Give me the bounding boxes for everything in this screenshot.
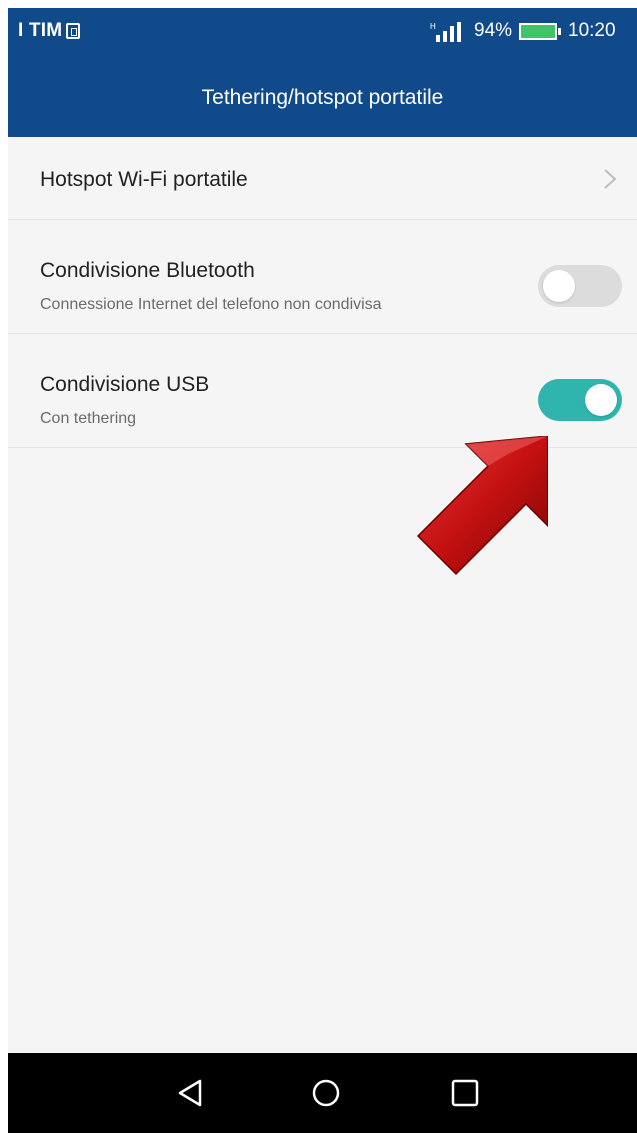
screen: I TIM H 94% 10:20 Tethering/hotspot port… xyxy=(8,8,637,1133)
hotspot-wifi-label: Hotspot Wi-Fi portatile xyxy=(40,168,248,191)
carrier-name: I TIM xyxy=(18,20,63,41)
usb-sharing-label: Condivisione USB xyxy=(40,373,210,396)
status-bar: I TIM H 94% 10:20 xyxy=(8,8,637,56)
sim-icon xyxy=(66,23,80,39)
bluetooth-sharing-item[interactable]: Condivisione Bluetooth Connessione Inter… xyxy=(8,220,637,334)
toggle-knob xyxy=(585,384,617,416)
bluetooth-sharing-status: Connessione Internet del telefono non co… xyxy=(40,296,382,313)
app-bar: I TIM H 94% 10:20 Tethering/hotspot port… xyxy=(8,8,637,137)
usb-sharing-status: Con tethering xyxy=(40,410,137,427)
toggle-knob xyxy=(543,270,575,302)
chevron-right-icon xyxy=(604,169,617,189)
back-icon[interactable] xyxy=(170,1073,210,1113)
usb-sharing-toggle[interactable] xyxy=(538,379,622,421)
bluetooth-sharing-label: Condivisione Bluetooth xyxy=(40,259,255,282)
battery-percent: 94% xyxy=(474,20,513,41)
recent-apps-icon[interactable] xyxy=(445,1073,485,1113)
home-icon[interactable] xyxy=(306,1073,346,1113)
svg-text:H: H xyxy=(430,22,436,31)
navigation-bar xyxy=(8,1053,637,1133)
bluetooth-sharing-toggle[interactable] xyxy=(538,265,622,307)
battery-icon xyxy=(519,23,561,40)
usb-sharing-item[interactable]: Condivisione USB Con tethering xyxy=(8,334,637,448)
signal-icon: H xyxy=(430,22,461,42)
red-arrow-icon xyxy=(416,436,548,576)
hotspot-wifi-item[interactable]: Hotspot Wi-Fi portatile xyxy=(8,137,637,220)
clock: 10:20 xyxy=(568,20,616,41)
page-title: Tethering/hotspot portatile xyxy=(201,86,444,109)
